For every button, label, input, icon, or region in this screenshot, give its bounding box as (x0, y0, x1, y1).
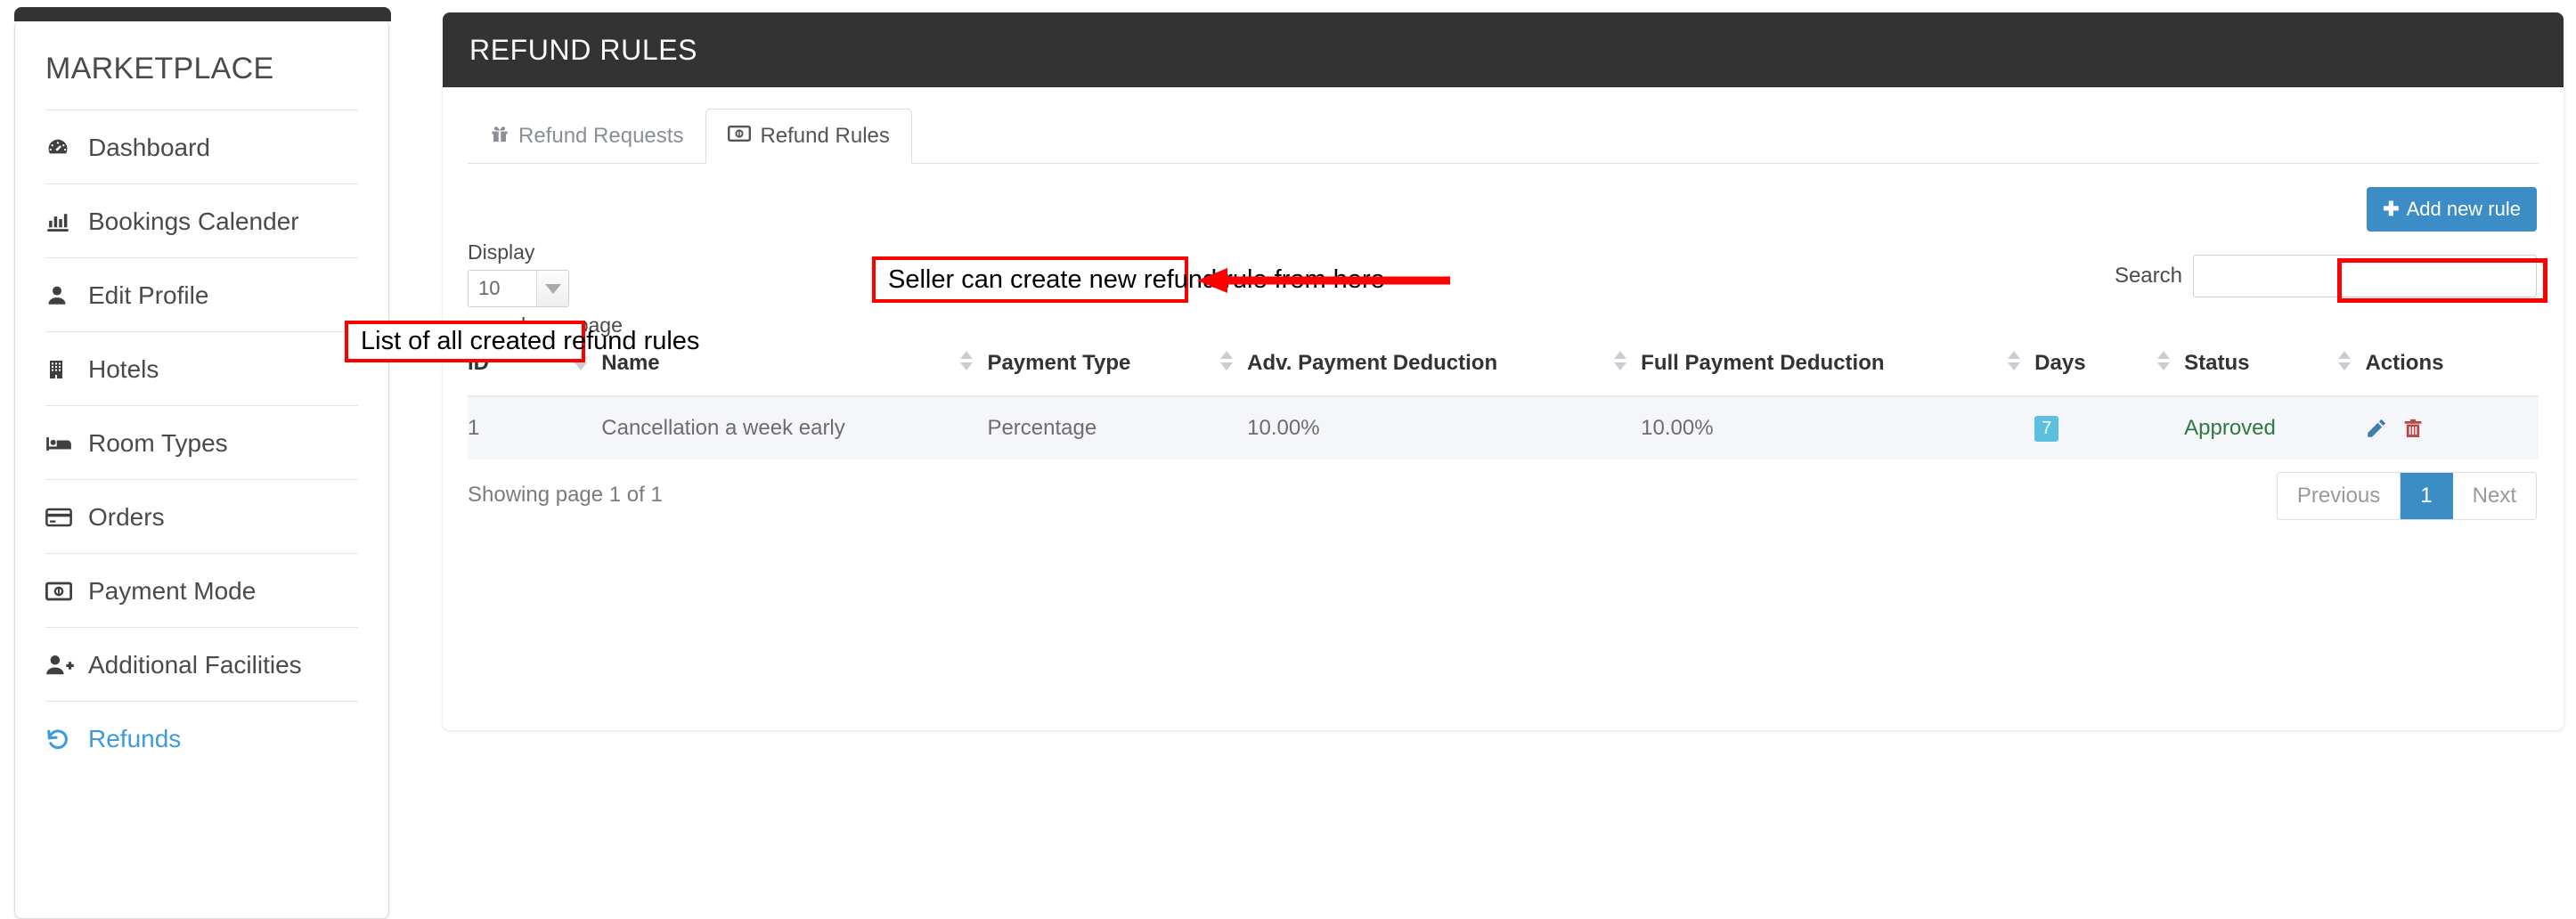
column-header-actions: Actions (2365, 338, 2539, 397)
sort-icon[interactable] (1614, 351, 1627, 370)
column-label: Full Payment Deduction (1641, 351, 1885, 375)
sidebar-item-label: Hotels (88, 355, 159, 383)
sidebar-item-room-types[interactable]: Room Types (45, 405, 358, 479)
add-new-rule-button[interactable]: ✚ Add new rule (2367, 187, 2537, 232)
bed-icon (45, 431, 76, 456)
sidebar-item-dashboard[interactable]: Dashboard (45, 110, 358, 183)
delete-trash-icon[interactable] (2402, 417, 2424, 440)
panel-body: Refund Requests Refund Rules ✚ Add new r… (443, 87, 2564, 545)
add-new-rule-label: Add new rule (2406, 198, 2521, 220)
brand-title: MARKETPLACE (45, 52, 274, 85)
column-header-days[interactable]: Days (2034, 338, 2185, 397)
column-header-status[interactable]: Status (2184, 338, 2366, 397)
sort-icon[interactable] (2157, 351, 2171, 370)
toolbar-row: ✚ Add new rule (468, 164, 2539, 240)
main-panel: REFUND RULES Refund Requests Refund Rule… (443, 12, 2564, 730)
display-label: Display (468, 240, 535, 264)
column-label: Payment Type (987, 351, 1131, 375)
plus-icon: ✚ (2383, 198, 2400, 220)
tab-label: Refund Requests (518, 124, 684, 148)
tab-bar: Refund Requests Refund Rules (468, 109, 2539, 164)
gift-icon (490, 124, 509, 150)
search-input[interactable] (2193, 255, 2537, 297)
cell-id: 1 (468, 396, 602, 460)
sidebar-item-orders[interactable]: Orders (45, 479, 358, 553)
page-title: REFUND RULES (469, 33, 698, 66)
bar-chart-icon (45, 209, 76, 234)
credit-card-icon (45, 506, 76, 529)
sidebar-item-hotels[interactable]: Hotels (45, 331, 358, 405)
table-row[interactable]: 1 Cancellation a week early Percentage 1… (468, 396, 2539, 460)
sidebar-item-payment-mode[interactable]: Payment Mode (45, 553, 358, 627)
sidebar-top-accent-bar (14, 7, 391, 21)
annotation-add-new-rule: Seller can create new refund rule from h… (872, 256, 1385, 303)
column-header-full-payment-deduction[interactable]: Full Payment Deduction (1641, 338, 2035, 397)
cell-payment-type: Percentage (987, 396, 1248, 460)
sidebar-item-label: Dashboard (88, 134, 210, 161)
table-footer: Showing page 1 of 1 Previous 1 Next (468, 460, 2539, 545)
cell-adv-payment-deduction: 10.00% (1247, 396, 1642, 460)
column-label: Actions (2365, 351, 2444, 375)
sidebar-item-edit-profile[interactable]: Edit Profile (45, 257, 358, 331)
chevron-down-icon (536, 271, 568, 306)
page-size-value: 10 (478, 277, 501, 299)
search-label: Search (2114, 264, 2182, 288)
days-badge: 7 (2034, 416, 2059, 442)
sort-icon[interactable] (2008, 351, 2021, 370)
sidebar-item-label: Refunds (88, 725, 182, 752)
pagination: Previous 1 Next (2276, 472, 2537, 520)
page-size-select[interactable]: 10 (468, 270, 569, 307)
sidebar: MARKETPLACE Dashboard Bookings Calender … (14, 7, 391, 919)
tab-refund-rules[interactable]: Refund Rules (705, 109, 912, 164)
cell-days: 7 (2034, 396, 2185, 460)
sort-icon[interactable] (1220, 351, 1234, 370)
sidebar-item-label: Payment Mode (88, 577, 257, 605)
building-icon (45, 357, 76, 382)
table-header: ID Name Payment Type Adv. Payment Deduct… (468, 338, 2539, 397)
sidebar-item-label: Edit Profile (88, 281, 209, 309)
column-header-payment-type[interactable]: Payment Type (987, 338, 1248, 397)
table-header-row: ID Name Payment Type Adv. Payment Deduct… (468, 338, 2539, 397)
tab-label: Refund Rules (760, 124, 890, 148)
sidebar-item-label: Room Types (88, 429, 228, 457)
panel-header: REFUND RULES (443, 12, 2564, 87)
refund-rules-table: ID Name Payment Type Adv. Payment Deduct… (468, 338, 2539, 460)
money-bill-icon (728, 124, 752, 149)
annotation-arrow-icon (1197, 268, 1450, 293)
annotation-rules-list: List of all created refund rules (345, 321, 699, 362)
column-header-adv-payment-deduction[interactable]: Adv. Payment Deduction (1247, 338, 1642, 397)
column-label: Adv. Payment Deduction (1247, 351, 1498, 375)
table-body: 1 Cancellation a week early Percentage 1… (468, 396, 2539, 460)
showing-page-text: Showing page 1 of 1 (468, 483, 663, 507)
sort-icon[interactable] (960, 351, 974, 370)
dashboard-icon (45, 135, 76, 160)
sidebar-item-additional-facilities[interactable]: Additional Facilities (45, 627, 358, 701)
undo-arrow-icon (45, 727, 76, 752)
filters-row: Display 10 records per page Search (468, 240, 2539, 338)
money-bill-icon (45, 581, 76, 602)
sidebar-item-label: Additional Facilities (88, 651, 302, 679)
status-badge: Approved (2184, 416, 2276, 440)
cell-actions (2365, 396, 2539, 460)
cell-full-payment-deduction: 10.00% (1641, 396, 2035, 460)
user-icon (45, 283, 76, 308)
column-label: Status (2184, 351, 2250, 375)
search-control: Search (2115, 255, 2537, 297)
column-label: Days (2034, 351, 2086, 375)
tab-refund-requests[interactable]: Refund Requests (468, 109, 705, 164)
pagination-page-1[interactable]: 1 (2401, 473, 2453, 519)
pagination-next[interactable]: Next (2452, 473, 2536, 519)
edit-pencil-icon[interactable] (2365, 417, 2388, 440)
sidebar-item-refunds[interactable]: Refunds (45, 701, 358, 775)
sidebar-item-label: Bookings Calender (88, 207, 299, 235)
user-plus-icon (45, 653, 76, 678)
cell-name: Cancellation a week early (601, 396, 988, 460)
pagination-previous[interactable]: Previous (2277, 473, 2401, 519)
sidebar-item-label: Orders (88, 503, 165, 531)
sidebar-item-bookings-calender[interactable]: Bookings Calender (45, 183, 358, 257)
sort-icon[interactable] (2338, 351, 2352, 370)
cell-status: Approved (2184, 396, 2366, 460)
